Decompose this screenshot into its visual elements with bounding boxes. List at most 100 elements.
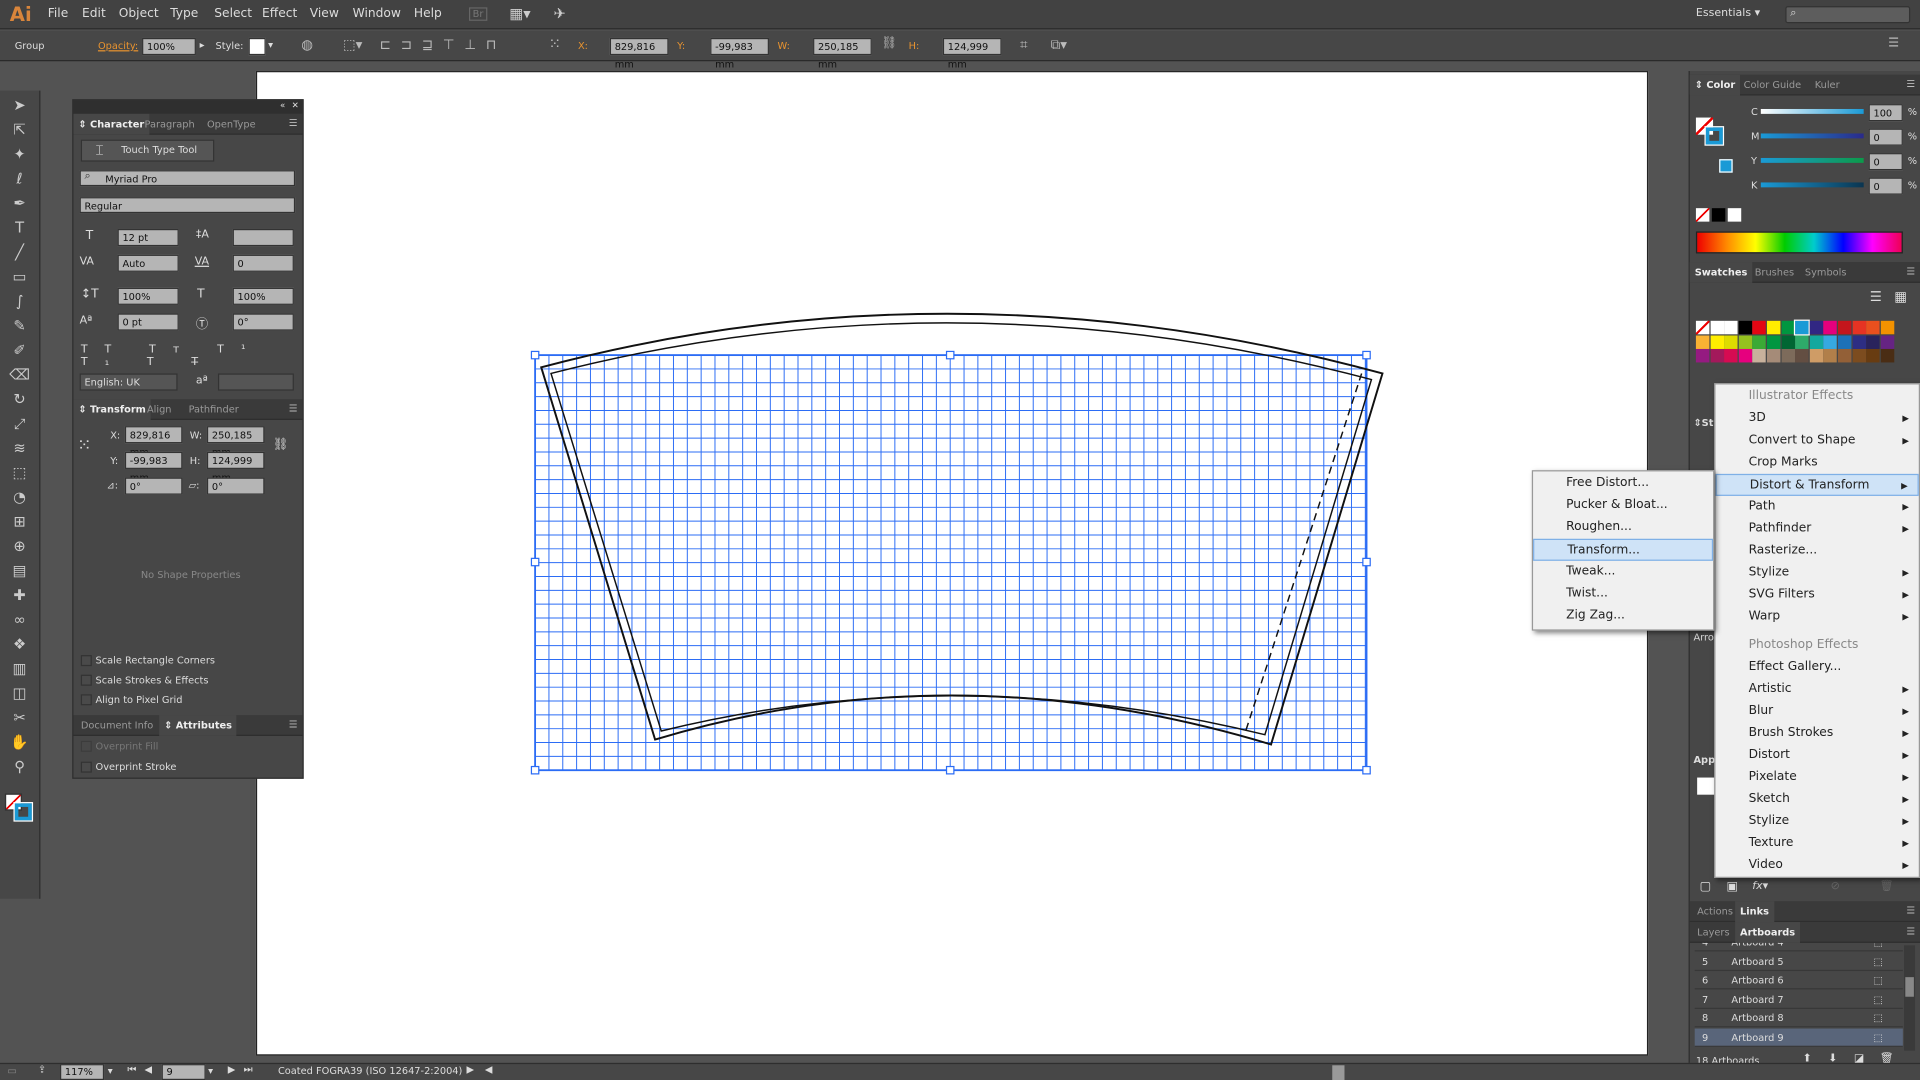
panel-menu-icon[interactable]: ☰: [289, 719, 298, 730]
menu-item-pathfinder[interactable]: Pathfinder ▶: [1716, 518, 1919, 540]
add-stroke-icon[interactable]: ▢: [1700, 880, 1712, 893]
channel-input-K[interactable]: 0: [1868, 177, 1903, 195]
vertical-scale-input[interactable]: 100%: [117, 287, 179, 305]
menu-item-pixelate[interactable]: Pixelate ▶: [1716, 767, 1919, 789]
direct-selection-icon[interactable]: ⇱: [7, 119, 31, 141]
swatch[interactable]: [1781, 335, 1795, 349]
rotate-icon[interactable]: ↻: [7, 388, 31, 410]
panel-menu-icon[interactable]: ☰: [1906, 926, 1915, 937]
constrain-proportions-icon[interactable]: ⛓: [273, 438, 289, 451]
fill-stroke-indicator[interactable]: [4, 793, 34, 822]
panel-menu-icon[interactable]: ☰: [1906, 78, 1915, 89]
mesh-icon[interactable]: ⊕: [7, 535, 31, 557]
swatch[interactable]: [1866, 349, 1880, 363]
menu-item-convert-to-shape[interactable]: Convert to Shape ▶: [1716, 430, 1919, 452]
channel-input-C[interactable]: 100: [1868, 104, 1903, 122]
menu-item-blur[interactable]: Blur ▶: [1716, 700, 1919, 722]
blob-brush-icon[interactable]: ✐: [7, 339, 31, 361]
swatch[interactable]: [1837, 349, 1852, 363]
swatch[interactable]: [1695, 349, 1710, 363]
transform-w-input[interactable]: 250,185 mm: [206, 426, 265, 458]
tab-color[interactable]: ⇕ Color: [1689, 74, 1741, 96]
artboard-number-input[interactable]: 9: [161, 1064, 206, 1080]
tab-transform[interactable]: ⇕ Transform: [73, 399, 151, 421]
pen-icon[interactable]: ✒: [7, 192, 31, 214]
menu-item-texture[interactable]: Texture ▶: [1716, 833, 1919, 855]
collapse-icon[interactable]: «: [280, 100, 285, 110]
none-color-chip[interactable]: [1695, 208, 1710, 222]
artboard-row[interactable]: 6 Artboard 6 ⬚: [1694, 971, 1903, 990]
scale-rectangle-corners-checkbox[interactable]: [80, 655, 92, 667]
menu-item-artistic[interactable]: Artistic ▶: [1716, 678, 1919, 700]
blend-icon[interactable]: ∞: [7, 609, 31, 631]
swatch[interactable]: [1710, 320, 1724, 335]
thumbnail-view-icon[interactable]: ▦: [1894, 289, 1907, 305]
swatch[interactable]: [1823, 349, 1838, 363]
menu-item-brush-strokes[interactable]: Brush Strokes ▶: [1716, 722, 1919, 744]
artboard-row[interactable]: 8 Artboard 8 ⬚: [1694, 1009, 1903, 1028]
tab-brushes[interactable]: Brushes: [1750, 262, 1799, 283]
channel-slider-C[interactable]: [1760, 108, 1864, 114]
swatch[interactable]: [1724, 320, 1738, 335]
transform-x-input[interactable]: 829,816 mm: [124, 426, 183, 458]
next-artboard-icon[interactable]: ▶: [228, 1064, 236, 1075]
menu-item-effect-gallery[interactable]: Effect Gallery...: [1716, 656, 1919, 678]
rectangle-icon[interactable]: ▭: [7, 266, 31, 288]
zoom-input[interactable]: 117%: [60, 1064, 105, 1080]
tab-layers[interactable]: Layers: [1692, 922, 1734, 943]
slice-icon[interactable]: ✂: [7, 707, 31, 729]
menu-item-roughen[interactable]: Roughen...: [1533, 517, 1713, 539]
swatch[interactable]: [1766, 335, 1781, 349]
eyedropper-icon[interactable]: ✚: [7, 584, 31, 606]
menu-item-zig-zag[interactable]: Zig Zag...: [1533, 605, 1713, 627]
leading-input[interactable]: [232, 228, 294, 247]
scale-strokes-checkbox[interactable]: [80, 674, 92, 686]
panel-menu-icon[interactable]: ☰: [289, 118, 298, 129]
menu-item-crop-marks[interactable]: Crop Marks: [1716, 452, 1919, 474]
white-color-chip[interactable]: [1727, 208, 1742, 222]
tab-opentype[interactable]: OpenType: [202, 114, 260, 135]
swatch[interactable]: [1809, 335, 1824, 349]
menu-item-svg-filters[interactable]: SVG Filters ▶: [1716, 584, 1919, 606]
panel-menu-icon[interactable]: ☰: [289, 403, 298, 414]
artboard-options-icon[interactable]: ⬚: [1873, 1028, 1882, 1046]
artboard-options-icon[interactable]: ⬚: [1873, 990, 1882, 1008]
menu-item-distort-transform[interactable]: Distort & Transform ▶: [1715, 473, 1919, 496]
swatch[interactable]: [1695, 320, 1710, 335]
swatch[interactable]: [1852, 349, 1866, 363]
gradient-icon[interactable]: ▤: [7, 560, 31, 582]
artboard-icon[interactable]: ◫: [7, 682, 31, 704]
swatch[interactable]: [1852, 320, 1866, 335]
type-style-buttons-icon[interactable]: TT Tт T¹ T₁ T T̶: [81, 344, 303, 368]
menu-item-stylize[interactable]: Stylize ▶: [1716, 562, 1919, 584]
artboard-options-icon[interactable]: ⬚: [1873, 1009, 1882, 1027]
menu-item-tweak[interactable]: Tweak...: [1533, 561, 1713, 583]
swatch[interactable]: [1880, 335, 1895, 349]
swatch[interactable]: [1752, 320, 1767, 335]
font-style-input[interactable]: Regular: [79, 197, 296, 214]
swatch[interactable]: [1752, 335, 1767, 349]
swatch[interactable]: [1795, 335, 1809, 349]
tab-align[interactable]: Align: [142, 399, 176, 420]
swatch[interactable]: [1781, 320, 1795, 335]
out-of-web-color-swatch[interactable]: [1719, 159, 1733, 173]
scale-icon[interactable]: ⤢: [7, 413, 31, 435]
stroke-panel-tab[interactable]: ⇕St: [1693, 418, 1713, 429]
hand-icon[interactable]: ✋: [7, 731, 31, 753]
tab-links[interactable]: Links: [1735, 901, 1774, 923]
appearance-panel-tab[interactable]: App: [1693, 754, 1715, 765]
swatch[interactable]: [1766, 320, 1781, 335]
line-icon[interactable]: ╱: [7, 241, 31, 263]
lasso-icon[interactable]: ℓ: [7, 168, 31, 190]
channel-input-Y[interactable]: 0: [1868, 153, 1903, 171]
pencil-icon[interactable]: ✎: [7, 315, 31, 337]
artboard-row[interactable]: 7 Artboard 7 ⬚: [1694, 990, 1903, 1009]
share-icon[interactable]: ⇪: [38, 1064, 46, 1075]
stroke-swatch[interactable]: [1704, 126, 1725, 146]
selection-icon[interactable]: ➤: [7, 94, 31, 116]
channel-slider-K[interactable]: [1760, 182, 1864, 188]
swatch[interactable]: [1837, 320, 1852, 335]
reference-point-icon[interactable]: ⁙: [77, 436, 91, 456]
swatch[interactable]: [1781, 349, 1795, 363]
type-icon[interactable]: T: [7, 217, 31, 239]
